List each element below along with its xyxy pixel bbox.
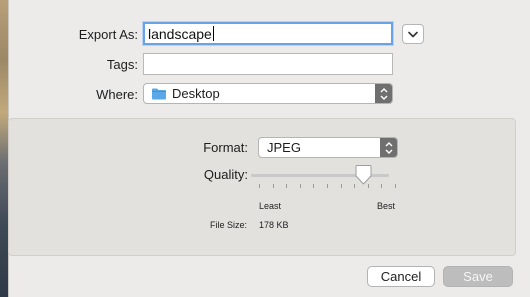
file-size-label: File Size:	[210, 220, 248, 230]
text-caret	[212, 26, 214, 41]
tags-label: Tags:	[106, 57, 138, 72]
quality-slider-tick	[395, 184, 396, 188]
quality-slider-tick	[327, 184, 328, 188]
expand-disclosure-button[interactable]	[402, 24, 424, 44]
quality-slider-thumb[interactable]	[354, 165, 373, 190]
popup-arrows-icon	[375, 84, 392, 103]
save-button[interactable]: Save	[443, 266, 513, 287]
quality-slider-tick	[273, 184, 274, 188]
quality-slider-tick	[381, 184, 382, 188]
export-as-value: landscape	[148, 26, 212, 42]
quality-slider-tick	[341, 184, 342, 188]
format-popup[interactable]: JPEG	[258, 137, 398, 158]
where-value: Desktop	[172, 86, 220, 101]
quality-slider-tick	[300, 184, 301, 188]
quality-max-label: Best	[377, 201, 396, 211]
format-label: Format:	[203, 140, 248, 155]
quality-slider-tick	[313, 184, 314, 188]
quality-slider-tick	[286, 184, 287, 188]
export-as-label: Export As:	[78, 27, 138, 42]
file-size-value: 178 KB	[259, 220, 289, 230]
popup-arrows-icon	[380, 138, 397, 157]
where-popup[interactable]: Desktop	[143, 83, 393, 104]
quality-min-label: Least	[259, 201, 282, 211]
cancel-button[interactable]: Cancel	[367, 266, 435, 287]
format-value: JPEG	[267, 140, 301, 155]
folder-icon	[152, 88, 166, 100]
quality-slider-tick	[259, 184, 260, 188]
export-as-field[interactable]: landscape	[143, 22, 393, 45]
chevron-down-icon	[408, 31, 418, 37]
where-label: Where:	[96, 87, 138, 102]
tags-field[interactable]	[143, 53, 393, 75]
quality-label: Quality:	[203, 167, 248, 182]
